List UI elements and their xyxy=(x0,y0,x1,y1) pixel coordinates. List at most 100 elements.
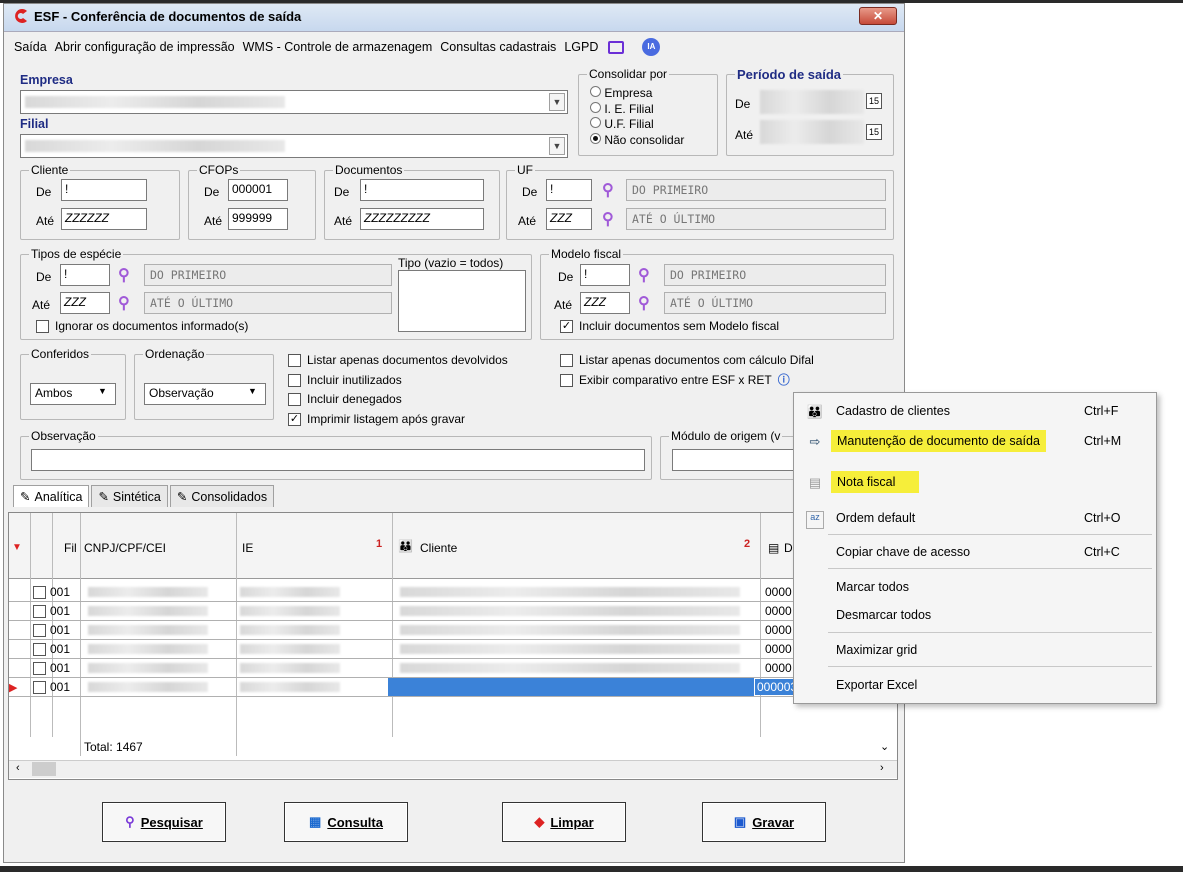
radio-nao-consolidar[interactable]: Não consolidar xyxy=(590,132,684,149)
cfops-label: CFOPs xyxy=(197,163,241,177)
mf-de-label: De xyxy=(558,270,574,284)
grid-total: Total: 1467 xyxy=(84,740,143,754)
check-inutilizados[interactable]: Incluir inutilizados xyxy=(288,371,508,391)
documentos-ate-label: Até xyxy=(334,214,353,228)
chevron-down-icon[interactable]: ⌄ xyxy=(880,740,889,753)
menu-saida[interactable]: Saída xyxy=(14,40,47,54)
te-de-desc: DO PRIMEIRO xyxy=(144,264,392,286)
chevron-down-icon[interactable]: ▼ xyxy=(98,386,107,396)
empresa-combo[interactable] xyxy=(20,90,568,114)
check-comparativo[interactable]: Exibir comparativo entre ESF x RET ⓘ xyxy=(560,371,814,391)
limpar-button[interactable]: ◆ Limpar xyxy=(502,802,626,842)
menu-wms[interactable]: WMS - Controle de armazenagem xyxy=(243,40,433,54)
periodo-de-input[interactable] xyxy=(760,90,864,114)
info-icon[interactable]: ⓘ xyxy=(778,371,790,391)
close-button[interactable]: ✕ xyxy=(859,7,897,25)
documentos-ate-input[interactable]: ZZZZZZZZZ xyxy=(360,208,484,230)
check-difal[interactable]: Listar apenas documentos com cálculo Dif… xyxy=(560,351,814,371)
tipo-listbox[interactable] xyxy=(398,270,526,332)
uf-ate-input[interactable]: ZZZ xyxy=(546,208,592,230)
radio-empresa[interactable]: Empresa xyxy=(590,86,684,102)
menu-impressao[interactable]: Abrir configuração de impressão xyxy=(55,40,235,54)
cfops-de-input[interactable]: 000001 xyxy=(228,179,288,201)
search-icon[interactable]: ⚲ xyxy=(638,293,650,313)
radio-ie-filial[interactable]: I. E. Filial xyxy=(590,101,684,118)
table-row[interactable]: 001 0000 xyxy=(9,583,897,602)
documentos-de-input[interactable]: ! xyxy=(360,179,484,201)
check-imprimir[interactable]: ✓ Imprimir listagem após gravar xyxy=(288,410,508,430)
modulo-origem-input[interactable] xyxy=(672,449,796,471)
tipo-label: Tipo (vazio = todos) xyxy=(398,256,504,270)
horizontal-scrollbar[interactable] xyxy=(9,760,897,778)
pesquisar-button[interactable]: ⚲ Pesquisar xyxy=(102,802,226,842)
incluir-sem-modelo-checkbox[interactable]: ✓ Incluir documentos sem Modelo fiscal xyxy=(560,319,779,333)
calendar-icon[interactable]: 15 xyxy=(866,124,882,140)
checks-left: Listar apenas documentos devolvidos Incl… xyxy=(288,351,508,429)
eraser-icon: ◆ xyxy=(534,814,545,829)
chevron-right-icon[interactable]: › xyxy=(880,762,884,774)
te-de-input[interactable]: ! xyxy=(60,264,110,286)
people-icon: 👪 xyxy=(806,404,824,419)
col-fil[interactable]: Fil xyxy=(64,541,77,555)
te-de-label: De xyxy=(36,270,52,284)
cfops-ate-label: Até xyxy=(204,214,223,228)
search-icon[interactable]: ⚲ xyxy=(638,265,650,285)
conferidos-label: Conferidos xyxy=(29,347,92,361)
documentos-de-label: De xyxy=(334,185,350,199)
window-title: ESF - Conferência de documentos de saída xyxy=(34,9,302,24)
te-ate-input[interactable]: ZZZ xyxy=(60,292,110,314)
ignorar-checkbox[interactable]: Ignorar os documentos informado(s) xyxy=(36,319,248,333)
tipos-especie-label: Tipos de espécie xyxy=(29,247,124,261)
search-icon[interactable]: ⚲ xyxy=(602,209,614,229)
periodo-ate-input[interactable] xyxy=(760,120,864,144)
col-cnpj[interactable]: CNPJ/CPF/CEI xyxy=(84,541,166,555)
search-icon: ⚲ xyxy=(125,814,135,829)
chevron-down-icon[interactable]: ▼ xyxy=(248,386,257,396)
check-devolvidos[interactable]: Listar apenas documentos devolvidos xyxy=(288,351,508,371)
chevron-left-icon[interactable]: ‹ xyxy=(16,762,20,774)
menu-consultas[interactable]: Consultas cadastrais xyxy=(440,40,556,54)
col-cliente[interactable]: Cliente xyxy=(420,541,457,555)
table-row-selected[interactable]: ▶ 001 000003217 xyxy=(9,678,897,697)
mf-de-input[interactable]: ! xyxy=(580,264,630,286)
uf-de-input[interactable]: ! xyxy=(546,179,592,201)
check-denegados[interactable]: Incluir denegados xyxy=(288,390,508,410)
modulo-origem-label: Módulo de origem (v xyxy=(669,429,783,443)
consulta-button[interactable]: ▦ Consulta xyxy=(284,802,408,842)
filial-dropdown-icon[interactable]: ▼ xyxy=(549,137,565,155)
monitor-icon[interactable] xyxy=(608,40,625,54)
search-icon[interactable]: ⚲ xyxy=(118,293,130,313)
table-row[interactable]: 001 0000 xyxy=(9,659,897,678)
search-icon[interactable]: ⚲ xyxy=(602,180,614,200)
tab-bar: ✎ Analítica ✎ Sintética ✎ Consolidados xyxy=(13,485,276,507)
radio-uf-filial[interactable]: U.F. Filial xyxy=(590,117,684,133)
menu-lgpd[interactable]: LGPD xyxy=(564,40,598,54)
table-row[interactable]: 001 0000 xyxy=(9,621,897,640)
cliente-ate-input[interactable]: ZZZZZZ xyxy=(61,208,147,230)
cliente-de-input[interactable]: ! xyxy=(61,179,147,201)
table-row[interactable]: 001 0000 xyxy=(9,640,897,659)
ia-icon[interactable]: IA xyxy=(642,38,661,56)
te-ate-desc: ATÉ O ÚLTIMO xyxy=(144,292,392,314)
mf-ate-input[interactable]: ZZZ xyxy=(580,292,630,314)
uf-de-label: De xyxy=(522,185,538,199)
search-icon[interactable]: ⚲ xyxy=(118,265,130,285)
filial-combo[interactable] xyxy=(20,134,568,158)
gravar-button[interactable]: ▣ Gravar xyxy=(702,802,826,842)
table-row[interactable]: 001 0000 xyxy=(9,602,897,621)
observacao-input[interactable] xyxy=(31,449,645,471)
tab-analitica[interactable]: ✎ Analítica xyxy=(13,485,90,507)
calendar-icon[interactable]: 15 xyxy=(866,93,882,109)
documentos-label: Documentos xyxy=(333,163,405,177)
col-ie[interactable]: IE xyxy=(242,541,253,555)
empresa-value xyxy=(25,96,285,108)
current-row-icon: ▶ xyxy=(9,681,18,694)
tab-sintetica[interactable]: ✎ Sintética xyxy=(91,485,168,507)
scroll-thumb[interactable] xyxy=(32,762,56,776)
col-doc[interactable]: D xyxy=(784,541,793,555)
tab-consolidados[interactable]: ✎ Consolidados xyxy=(169,485,275,507)
empresa-dropdown-icon[interactable]: ▼ xyxy=(549,93,565,111)
periodo-de-label: De xyxy=(735,97,751,111)
cfops-ate-input[interactable]: 999999 xyxy=(228,208,288,230)
cliente-ate-label: Até xyxy=(36,214,55,228)
